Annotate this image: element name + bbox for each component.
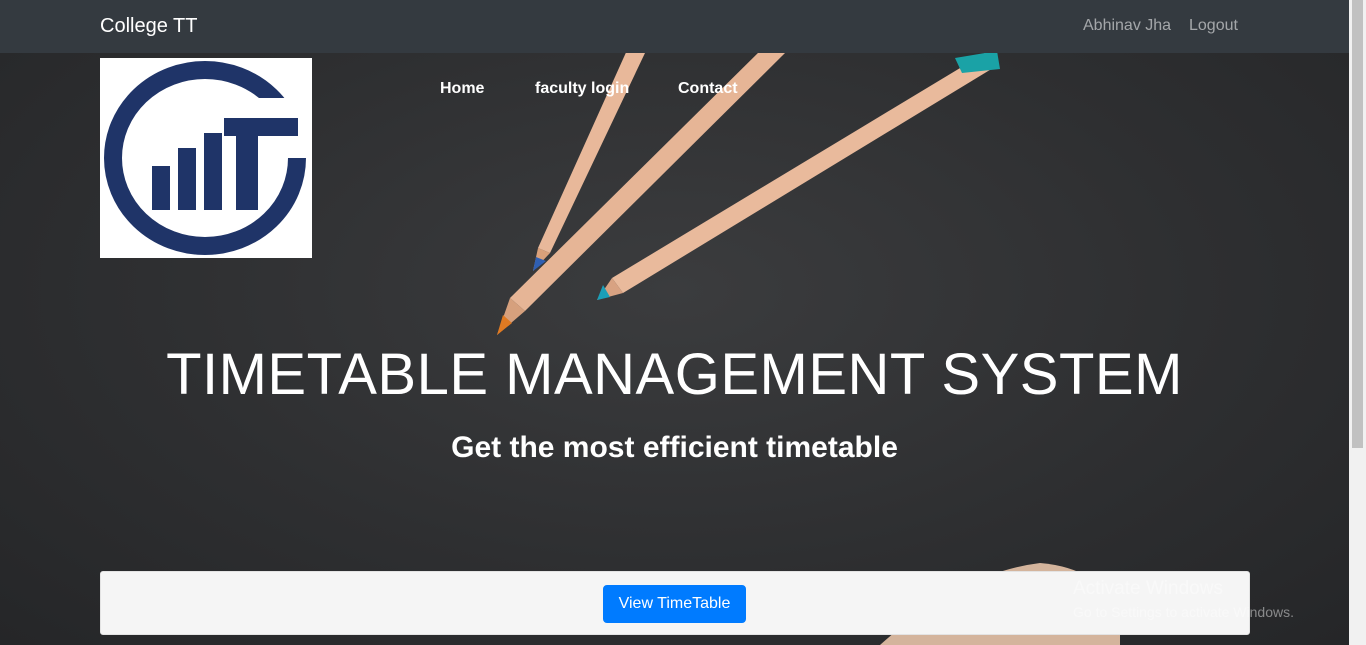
page-scrollbar[interactable] bbox=[1349, 0, 1366, 645]
user-name-link[interactable]: Abhinav Jha bbox=[1083, 15, 1171, 37]
nav-home-link[interactable]: Home bbox=[440, 79, 484, 99]
brand-link[interactable]: College TT bbox=[100, 12, 197, 40]
activate-windows-title: Activate Windows bbox=[1073, 578, 1223, 599]
page-title: TIMETABLE MANAGEMENT SYSTEM bbox=[166, 342, 1183, 407]
activate-windows-subtitle: Go to Settings to activate Windows. bbox=[1073, 604, 1294, 620]
top-navbar: College TT Abhinav Jha Logout bbox=[0, 0, 1366, 53]
college-tt-logo bbox=[100, 58, 312, 258]
page-subtitle: Get the most efficient timetable bbox=[451, 431, 898, 464]
college-tt-logo-icon bbox=[104, 61, 310, 255]
view-timetable-button[interactable]: View TimeTable bbox=[603, 585, 746, 623]
nav-faculty-login-link[interactable]: faculty login bbox=[535, 79, 629, 99]
nav-contact-link[interactable]: Contact bbox=[678, 79, 738, 99]
logout-link[interactable]: Logout bbox=[1189, 15, 1238, 37]
scrollbar-thumb[interactable] bbox=[1352, 0, 1363, 448]
